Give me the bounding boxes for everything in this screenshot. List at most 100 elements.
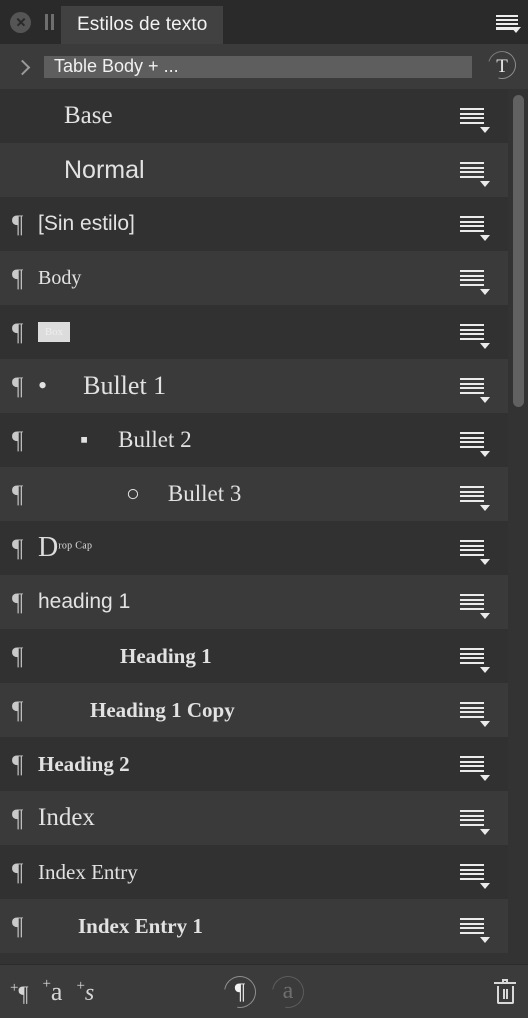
chevron-down-icon (480, 937, 490, 943)
list-lines-icon (460, 756, 484, 772)
filter-character-styles-button[interactable]: a (265, 969, 311, 1014)
style-name-text: Base (64, 102, 113, 129)
chevron-down-icon (480, 829, 490, 835)
panel-menu-icon[interactable] (490, 0, 524, 44)
style-name: Normal (38, 156, 452, 185)
collapse-handle-icon[interactable] (43, 14, 55, 30)
style-list[interactable]: ¶Base¶Normal¶[Sin estilo]¶Body¶Box¶•Bull… (0, 89, 528, 964)
style-options-menu-icon[interactable] (452, 907, 492, 945)
style-list-item[interactable]: ¶ Body (0, 251, 518, 305)
style-name: [Sin estilo] (38, 212, 452, 236)
tab-estilos-de-texto[interactable]: Estilos de texto (61, 6, 224, 44)
letter-a-icon: a (50, 976, 63, 1006)
style-name: Heading 1 Copy (38, 698, 452, 723)
list-lines-icon (460, 540, 484, 556)
list-lines-icon (460, 270, 484, 286)
pilcrow-icon: ¶ (12, 912, 24, 940)
chevron-down-icon (480, 667, 490, 673)
delete-style-button[interactable] (494, 978, 516, 1005)
style-list-item[interactable]: ¶ Heading 1 (0, 629, 518, 683)
style-list-item[interactable]: ¶Base (0, 89, 518, 143)
style-options-menu-icon[interactable] (452, 799, 492, 837)
chevron-down-icon (480, 397, 490, 403)
new-paragraph-style-button[interactable]: + ¶ (10, 979, 28, 1005)
list-lines-icon (460, 378, 484, 394)
style-options-menu-icon[interactable] (452, 205, 492, 243)
style-name: Index Entry 1 (38, 914, 452, 939)
style-name: Index Entry (38, 860, 452, 885)
list-lines-icon (460, 324, 484, 340)
style-options-menu-icon[interactable] (452, 637, 492, 675)
style-name: Drop Cap (38, 532, 452, 564)
tab-bar-spacer (223, 0, 490, 44)
chevron-right-icon[interactable] (14, 59, 30, 75)
style-options-menu-icon[interactable] (452, 259, 492, 297)
style-list-item[interactable]: ¶ Drop Cap (0, 521, 518, 575)
pilcrow-icon: ¶ (12, 804, 24, 832)
chevron-down-icon (480, 289, 490, 295)
style-name-swatch: Box (38, 321, 70, 343)
list-lines-icon (460, 162, 484, 178)
text-tool-badge-icon[interactable]: T (482, 45, 522, 87)
new-character-style-button[interactable]: + a (42, 976, 63, 1006)
style-name-text: Heading 1 Copy (90, 697, 235, 722)
style-list-item[interactable]: ¶ • Bullet 1 (0, 359, 518, 413)
style-options-menu-icon[interactable] (452, 421, 492, 459)
style-list-item[interactable]: ¶ Heading 2 (0, 737, 518, 791)
scrollbar-track[interactable] (508, 89, 528, 964)
chevron-down-icon (480, 127, 490, 133)
style-list-item[interactable]: ¶ ▪ Bullet 2 (0, 413, 518, 467)
tab-label: Estilos de texto (77, 14, 208, 35)
style-options-menu-icon[interactable] (452, 691, 492, 729)
style-list-item[interactable]: ¶ Heading 1 Copy (0, 683, 518, 737)
style-list-item[interactable]: ¶Normal (0, 143, 518, 197)
list-lines-icon (460, 864, 484, 880)
pilcrow-icon: ¶ (12, 372, 24, 400)
style-options-menu-icon[interactable] (452, 583, 492, 621)
style-options-menu-icon[interactable] (452, 745, 492, 783)
style-options-menu-icon[interactable] (452, 313, 492, 351)
style-list-item[interactable]: ¶ Index Entry 1 (0, 899, 518, 953)
pilcrow-icon: ¶ (12, 264, 24, 292)
style-options-menu-icon[interactable] (452, 151, 492, 189)
dropcap-rest: rop Cap (58, 540, 93, 552)
chevron-down-icon (480, 343, 490, 349)
badge-letter: T (496, 55, 508, 77)
style-options-menu-icon[interactable] (452, 853, 492, 891)
filter-paragraph-styles-button[interactable]: ¶ (217, 969, 263, 1014)
style-options-menu-icon[interactable] (452, 529, 492, 567)
style-name-text: Index Entry (38, 859, 138, 884)
list-lines-icon (460, 702, 484, 718)
list-lines-icon (460, 486, 484, 502)
style-list-item[interactable]: ¶ Index Entry (0, 845, 518, 899)
style-name-text: Body (38, 266, 82, 289)
style-name: ○ Bullet 3 (38, 481, 452, 507)
dropcap-letter: D (38, 532, 59, 563)
panel-bottom-toolbar: + ¶ + a + s ¶ a (0, 964, 528, 1018)
pilcrow-icon: ¶ (12, 426, 24, 454)
pilcrow-icon: ¶ (12, 642, 24, 670)
pilcrow-icon: ¶ (12, 858, 24, 886)
style-options-menu-icon[interactable] (452, 367, 492, 405)
plus-sign: + (10, 979, 19, 996)
style-name-text: [Sin estilo] (38, 212, 135, 235)
current-style-bar: Table Body + ... T (0, 44, 528, 89)
style-list-item[interactable]: ¶ [Sin estilo] (0, 197, 518, 251)
style-options-menu-icon[interactable] (452, 97, 492, 135)
close-icon[interactable] (10, 11, 31, 33)
style-name-text: Bullet 1 (83, 371, 167, 400)
style-list-item[interactable]: ¶ heading 1 (0, 575, 518, 629)
chevron-down-icon (480, 235, 490, 241)
style-list-item[interactable]: ¶ ○ Bullet 3 (0, 467, 518, 521)
style-name-text: Heading 1 (120, 643, 212, 668)
style-name: Index (38, 804, 452, 832)
scrollbar-thumb[interactable] (513, 95, 524, 407)
style-list-item[interactable]: ¶ Box (0, 305, 518, 359)
style-options-menu-icon[interactable] (452, 475, 492, 513)
style-list-item[interactable]: ¶ Index (0, 791, 518, 845)
current-style-field[interactable]: Table Body + ... (44, 55, 472, 78)
new-style-set-button[interactable]: + s (76, 978, 94, 1005)
chevron-down-icon (480, 451, 490, 457)
pilcrow-icon: ¶ (234, 978, 246, 1004)
bullet-glyph: ▪ (80, 427, 89, 452)
